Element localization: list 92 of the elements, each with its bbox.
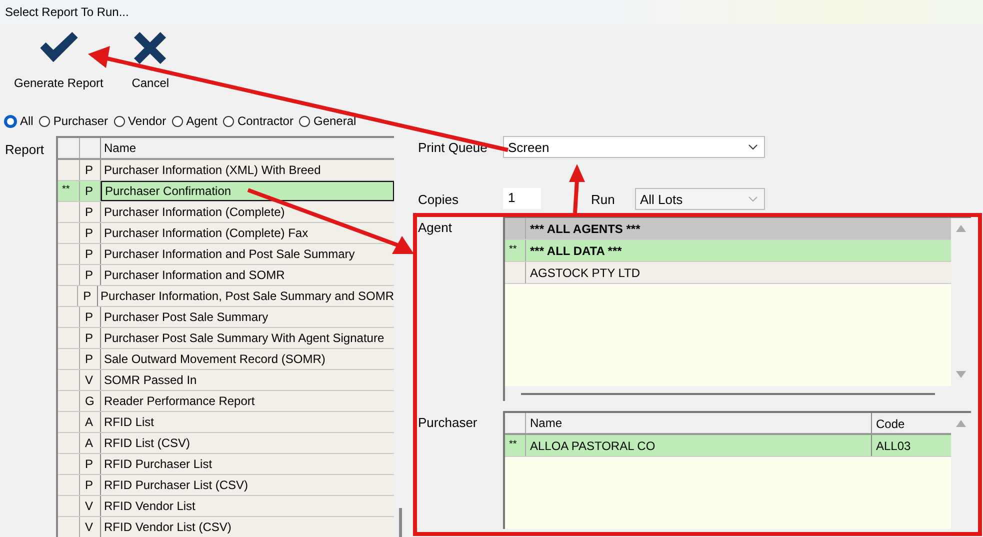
type-cell: A: [80, 433, 101, 453]
report-row[interactable]: P Purchaser Post Sale Summary: [58, 307, 394, 328]
filter-radio[interactable]: Contractor: [223, 114, 294, 128]
marker-cell: **: [505, 435, 526, 456]
type-cell: P: [80, 307, 101, 327]
name-cell-text: Sale Outward Movement Record (SOMR): [103, 351, 326, 368]
type-cell: P: [80, 328, 101, 348]
type-cell: V: [80, 517, 101, 537]
report-row[interactable]: P Purchaser Information (Complete) Fax: [58, 223, 394, 244]
name-cell-text: Purchaser Information and Post Sale Summary: [103, 246, 356, 263]
checkmark-icon: [38, 32, 80, 64]
report-label: Report: [4, 141, 46, 159]
filter-radio[interactable]: General: [299, 114, 356, 128]
name-cell-text: Purchaser Information and SOMR: [103, 267, 286, 284]
name-cell: Purchaser Confirmation: [101, 181, 394, 201]
name-cell-text: RFID Vendor List: [103, 498, 196, 515]
purchaser-row[interactable]: ** ALLOA PASTORAL CO ALL03: [505, 435, 951, 457]
report-row[interactable]: A RFID List (CSV): [58, 433, 394, 454]
report-row[interactable]: G Reader Performance Report: [58, 391, 394, 412]
report-row[interactable]: A RFID List: [58, 412, 394, 433]
type-cell: P: [80, 202, 101, 222]
type-cell: P: [80, 223, 101, 243]
report-row[interactable]: V RFID Vendor List (CSV): [58, 517, 394, 537]
name-cell-text: Purchaser Post Sale Summary: [103, 309, 270, 326]
name-cell-text: Reader Performance Report: [103, 393, 256, 410]
type-cell: P: [80, 475, 101, 495]
name-cell-text: Purchaser Information, Post Sale Summary and SOMR: [100, 288, 394, 305]
report-row[interactable]: P RFID Purchaser List (CSV): [58, 475, 394, 496]
report-row[interactable]: V SOMR Passed In: [58, 370, 394, 391]
report-row[interactable]: P Purchaser Information (XML) With Breed: [58, 160, 394, 181]
annotation-arrow: [569, 164, 585, 214]
report-row[interactable]: P Purchaser Post Sale Summary With Agent Signature: [58, 328, 394, 349]
filter-radio[interactable]: Agent: [172, 114, 218, 128]
name-cell-text: Purchaser Information (Complete): [103, 204, 286, 221]
marker-cell: **: [58, 181, 80, 201]
filter-radio[interactable]: Vendor: [114, 114, 166, 128]
name-cell-text: ALLOA PASTORAL CO: [529, 438, 656, 452]
type-cell: P: [80, 244, 101, 264]
name-cell-text: RFID Vendor List (CSV): [103, 519, 232, 536]
type-cell: P: [80, 265, 101, 285]
purchaser-label: Purchaser: [418, 414, 478, 430]
name-cell-text: Purchaser Information (Complete) Fax: [103, 225, 310, 242]
generate-report-button[interactable]: Generate Report: [10, 32, 108, 94]
type-cell: V: [80, 370, 101, 390]
report-row[interactable]: P Purchaser Information (Complete): [58, 202, 394, 223]
name-cell-text: SOMR Passed In: [103, 372, 198, 389]
marker-cell: **: [505, 240, 526, 261]
name-cell-text: Purchaser Post Sale Summary With Agent Signature: [103, 330, 386, 347]
horizontal-scrollbar[interactable]: [521, 392, 935, 394]
copies-label: Copies: [418, 191, 460, 207]
name-cell-text: RFID List (CSV): [103, 435, 192, 452]
name-cell-text: *** ALL AGENTS ***: [529, 222, 642, 236]
report-row[interactable]: P RFID Purchaser List: [58, 454, 394, 475]
scroll-up-icon[interactable]: [956, 224, 966, 232]
name-cell-text: RFID List: [103, 414, 156, 431]
report-row[interactable]: P Purchaser Information, Post Sale Summary and SOMR: [58, 286, 394, 307]
agent-row[interactable]: *** ALL AGENTS ***: [505, 218, 951, 240]
print-queue-dropdown[interactable]: Screen: [503, 136, 765, 158]
agent-label: Agent: [418, 219, 453, 235]
name-cell-text: RFID Purchaser List (CSV): [103, 477, 250, 494]
type-cell: V: [80, 496, 101, 516]
filter-radio[interactable]: Purchaser: [39, 114, 108, 128]
print-queue-label: Print Queue: [418, 139, 488, 155]
cancel-button[interactable]: Cancel: [125, 32, 176, 94]
type-cell: P: [80, 454, 101, 474]
scrollbar[interactable]: [399, 508, 402, 537]
report-row[interactable]: P Purchaser Information and Post Sale Summary: [58, 244, 394, 265]
run-label: Run: [591, 191, 616, 207]
window-title: Select Report To Run...: [5, 5, 129, 19]
report-row[interactable]: P Purchaser Information and SOMR: [58, 265, 394, 286]
type-cell: G: [80, 391, 101, 411]
agent-row[interactable]: AGSTOCK PTY LTD: [505, 262, 951, 284]
filter-radio[interactable]: All: [4, 114, 34, 128]
name-cell-text: RFID Purchaser List: [103, 456, 214, 473]
name-cell-text: *** ALL DATA ***: [529, 244, 623, 258]
run-dropdown[interactable]: All Lots: [635, 188, 765, 210]
type-cell: P: [80, 160, 101, 180]
name-cell-text: AGSTOCK PTY LTD: [529, 266, 642, 280]
type-cell: A: [80, 412, 101, 432]
name-cell-text: Purchaser Information (XML) With Breed: [103, 162, 322, 179]
chevron-down-icon: [748, 196, 758, 202]
report-row[interactable]: P Sale Outward Movement Record (SOMR): [58, 349, 394, 370]
scroll-up-icon[interactable]: [956, 419, 966, 427]
copies-field[interactable]: 1: [503, 188, 541, 209]
type-cell: P: [80, 349, 101, 369]
report-row[interactable]: V RFID Vendor List: [58, 496, 394, 517]
agent-row[interactable]: ** *** ALL DATA ***: [505, 240, 951, 262]
chevron-down-icon: [748, 144, 758, 150]
scroll-down-icon[interactable]: [956, 371, 966, 379]
type-cell: P: [78, 286, 98, 306]
type-cell: P: [80, 181, 101, 201]
report-row[interactable]: ** P Purchaser Confirmation: [58, 181, 394, 202]
